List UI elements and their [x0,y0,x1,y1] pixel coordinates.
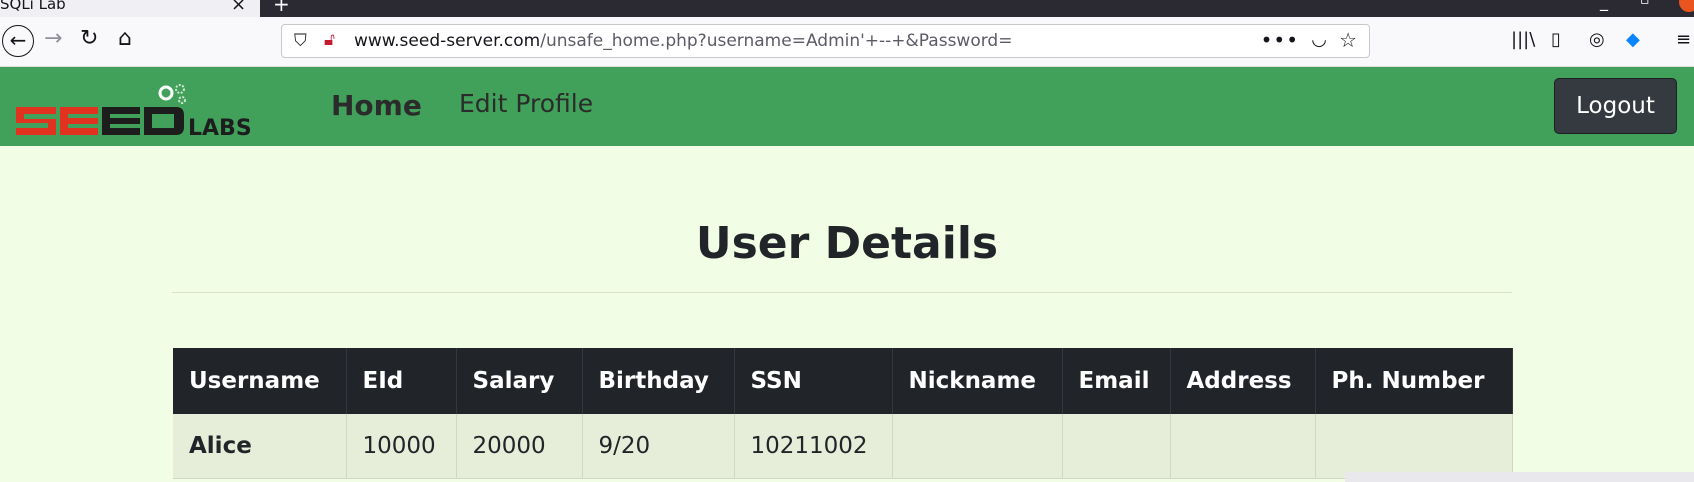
url-path: /unsafe_home.php?username=Admin'+--+&Pas… [540,31,1013,51]
insecure-lock-icon[interactable]: 🔓︎ [324,30,335,50]
cell-username: Alice [173,414,347,479]
status-overlay [1345,472,1694,482]
table-row: Alice 10000 20000 9/20 10211002 [173,414,1513,479]
url-text[interactable]: www.seed-server.com/unsafe_home.php?user… [354,31,1012,51]
browser-tab[interactable]: SQLi Lab × [0,0,260,17]
nav-edit-profile-link[interactable]: Edit Profile [459,89,593,118]
title-divider [172,292,1512,293]
cell-email [1062,414,1171,479]
sidebar-icon[interactable]: ▯ [1551,29,1561,50]
cell-birthday: 9/20 [582,414,735,479]
logout-button[interactable]: Logout [1554,78,1677,134]
column-header-email: Email [1062,348,1171,414]
pocket-icon[interactable]: ◡ [1311,29,1327,50]
page-title: User Details [695,218,999,269]
cell-phone [1315,414,1513,479]
column-header-address: Address [1170,348,1316,414]
window-close-icon[interactable] [1679,0,1694,12]
new-tab-icon[interactable]: + [273,0,290,16]
cell-ssn: 10211002 [734,414,893,479]
tab-title: SQLi Lab [0,0,66,13]
home-icon[interactable]: ⌂ [118,26,132,51]
window-minimize-icon[interactable]: _ [1600,0,1608,11]
cell-eid: 10000 [346,414,457,479]
seed-labs-logo[interactable]: LABS [14,83,250,139]
column-header-phone: Ph. Number [1315,348,1513,414]
column-header-nickname: Nickname [892,348,1063,414]
reload-icon[interactable]: ↻ [80,26,98,51]
column-header-eid: EId [346,348,457,414]
back-icon[interactable]: ← [2,25,34,57]
window-maximize-icon[interactable]: ▫ [1640,0,1650,8]
user-details-table: Username EId Salary Birthday SSN Nicknam… [173,348,1513,479]
bookmark-star-icon[interactable]: ☆ [1339,28,1357,52]
account-icon[interactable]: ◎ [1589,29,1605,50]
nav-home-link[interactable]: Home [331,89,422,122]
app-header: LABS Home Edit Profile Logout [0,67,1694,146]
browser-toolbar: ← → ↻ ⌂ ⛉ 🔓︎ www.seed-server.com/unsafe_… [0,17,1694,67]
column-header-ssn: SSN [734,348,893,414]
column-header-birthday: Birthday [582,348,735,414]
shield-icon[interactable]: ⛉ [294,31,307,51]
cell-address [1170,414,1316,479]
url-domain: www.seed-server.com [354,31,541,51]
cell-nickname [892,414,1063,479]
library-icon[interactable]: |||\ [1511,29,1535,50]
cell-salary: 20000 [456,414,583,479]
tab-strip: SQLi Lab × + _ ▫ [0,0,1694,17]
page-actions-icon[interactable]: ••• [1261,28,1299,52]
column-header-username: Username [173,348,347,414]
table-header-row: Username EId Salary Birthday SSN Nicknam… [173,348,1513,414]
tab-close-icon[interactable]: × [231,0,246,15]
url-bar[interactable]: ⛉ 🔓︎ www.seed-server.com/unsafe_home.php… [281,24,1370,58]
menu-icon[interactable]: ≡ [1676,29,1691,50]
extension-icon[interactable]: ◆ [1626,29,1640,50]
svg-text:LABS: LABS [188,116,250,139]
forward-icon[interactable]: → [44,26,62,51]
column-header-salary: Salary [456,348,583,414]
